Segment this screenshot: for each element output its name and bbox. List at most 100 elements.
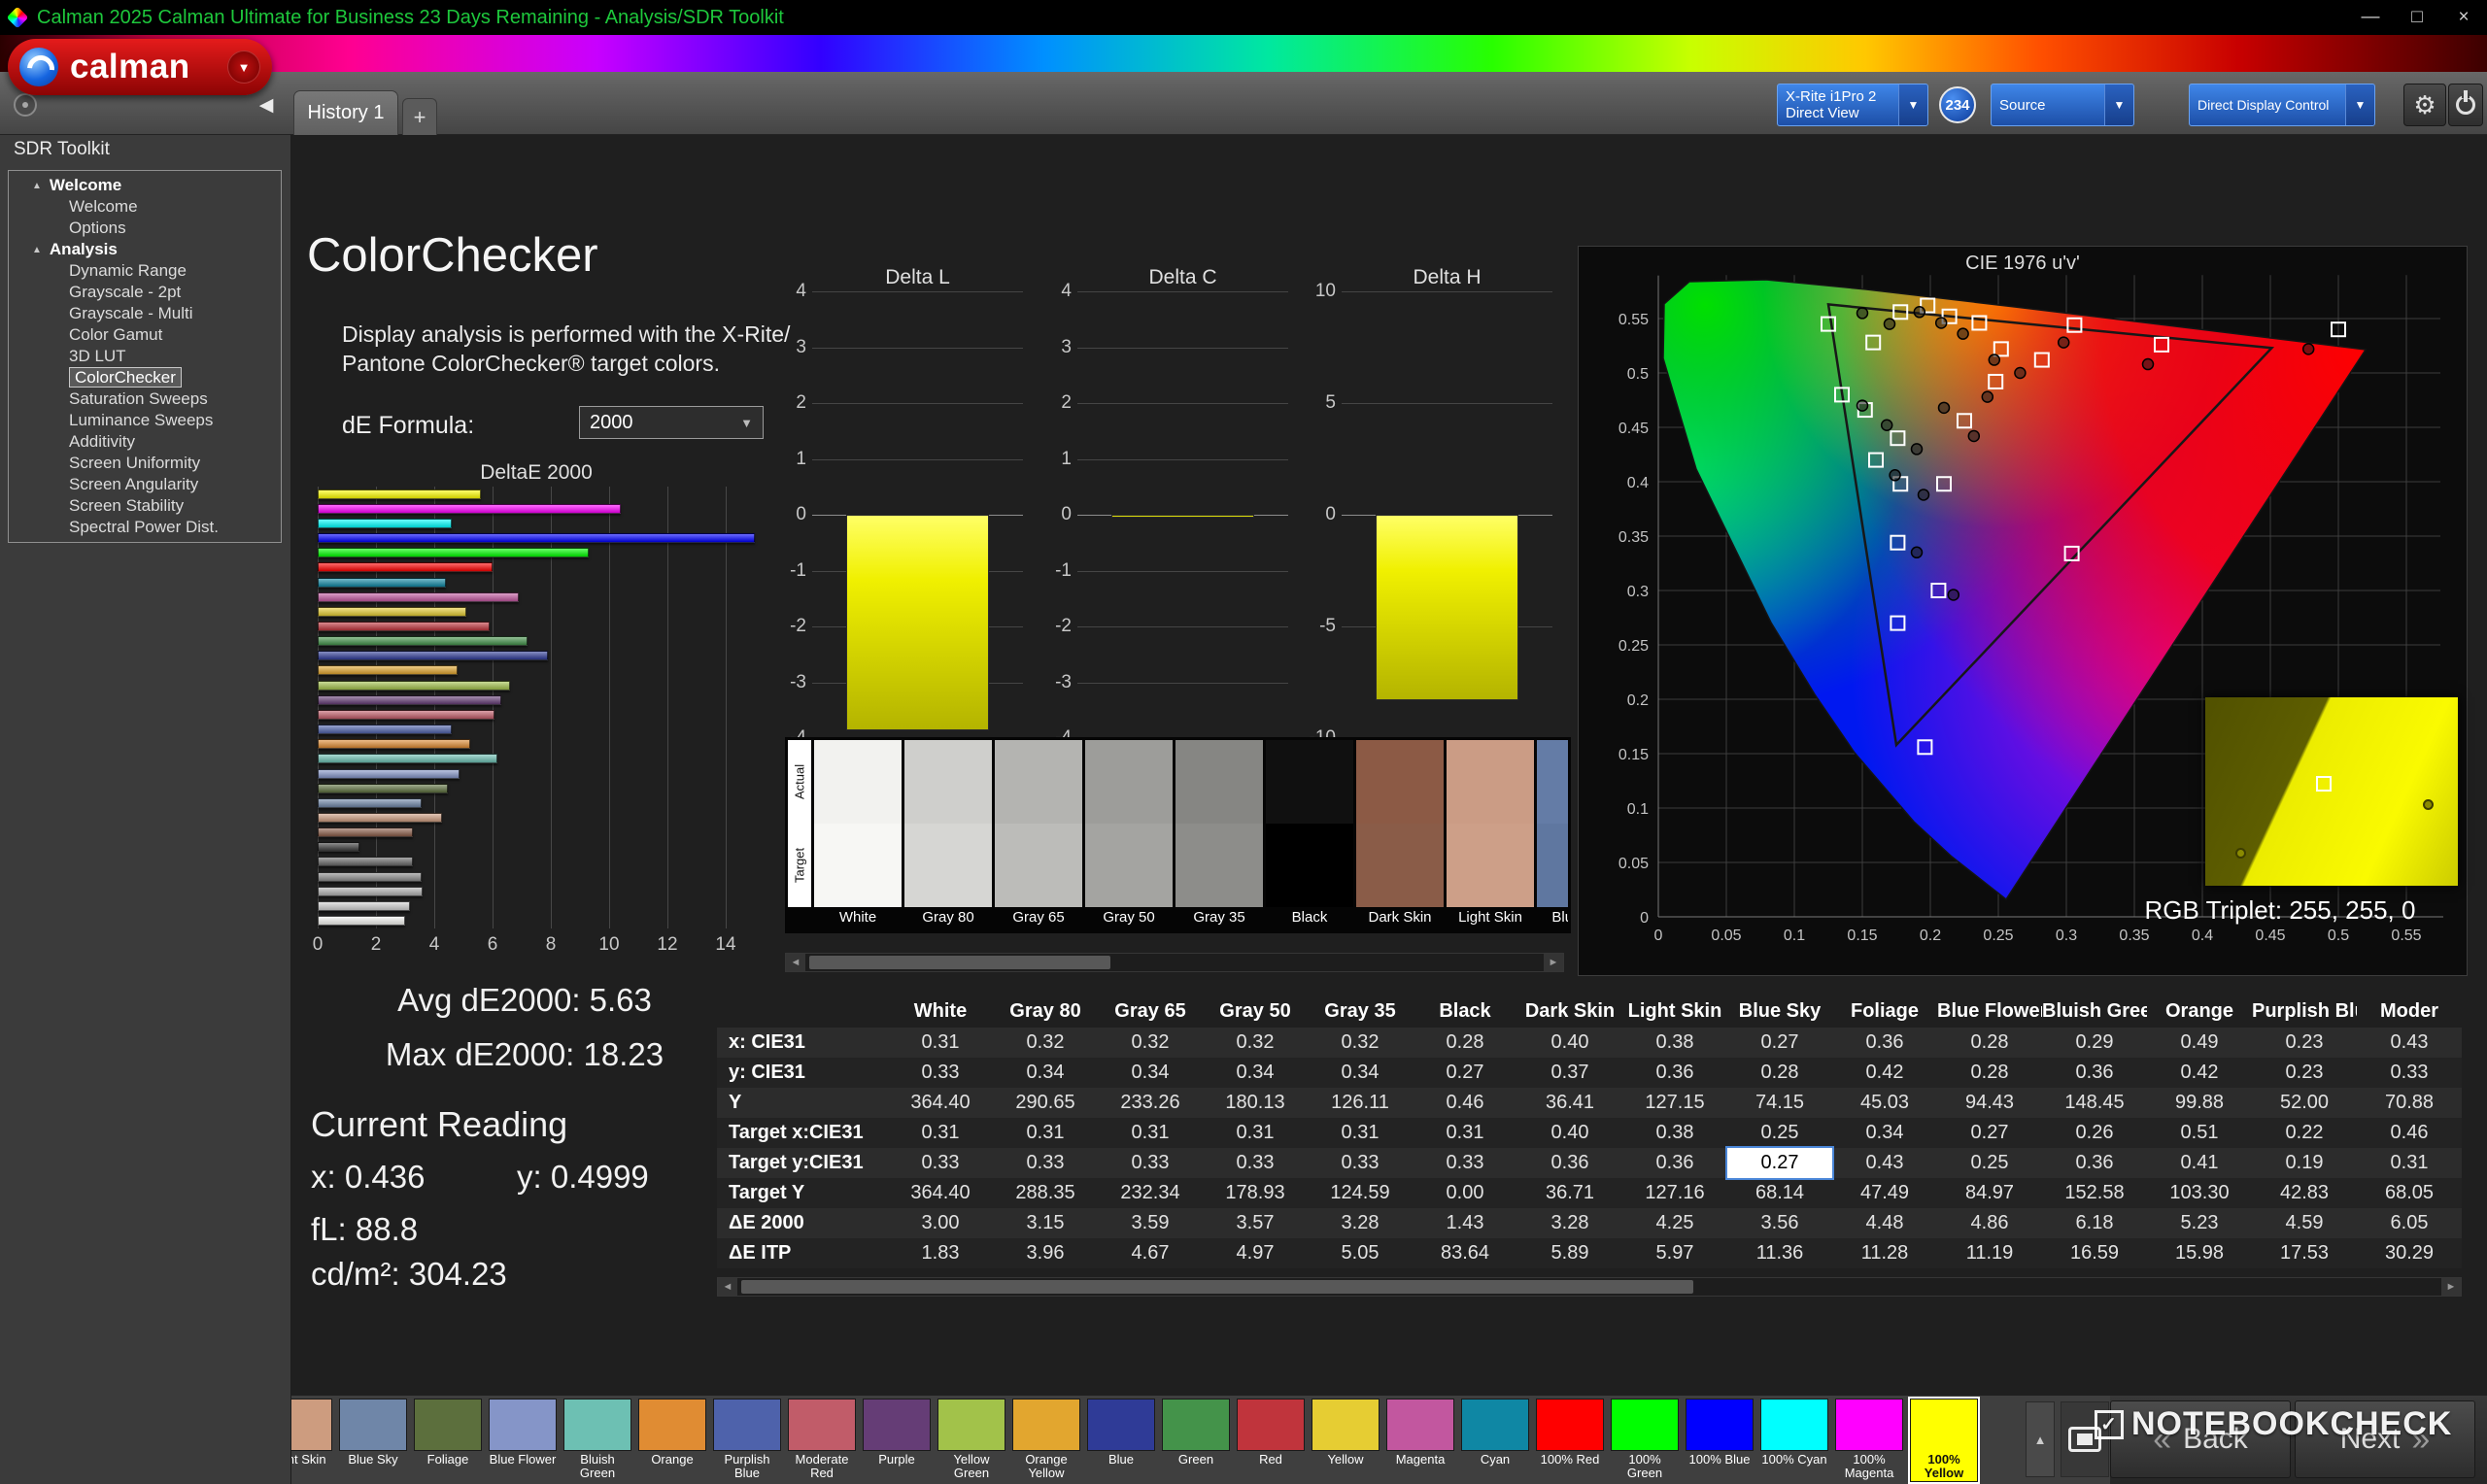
patch-button-label: Foliage <box>414 1453 482 1467</box>
actual-target-strip: Actual Target WhiteGray 80Gray 65Gray 50… <box>785 737 1571 933</box>
sidebar-item-grayscale-2pt[interactable]: Grayscale - 2pt <box>9 282 281 303</box>
row-label: Target y:CIE31 <box>717 1148 888 1178</box>
tree-section-welcome[interactable]: ▲Welcome <box>9 175 281 196</box>
patch-button-purplish-blue[interactable]: Purplish Blue <box>713 1399 781 1482</box>
patch-button-100-red[interactable]: 100% Red <box>1536 1399 1604 1482</box>
add-tab-button[interactable]: + <box>402 98 437 135</box>
patch-swatch <box>1760 1399 1828 1451</box>
editable-cell[interactable]: 0.27 <box>1727 1148 1832 1178</box>
record-button[interactable] <box>14 93 37 117</box>
patch-button-red[interactable]: Red <box>1237 1399 1305 1482</box>
settings-button[interactable]: ⚙ <box>2403 84 2446 126</box>
patch-button-cyan[interactable]: Cyan <box>1461 1399 1529 1482</box>
meter-dropdown[interactable]: X-Rite i1Pro 2 Direct View ▼ <box>1777 84 1928 126</box>
logo-dropdown-icon[interactable]: ▼ <box>227 51 260 84</box>
patch-button-100-blue[interactable]: 100% Blue <box>1686 1399 1754 1482</box>
display-window-button[interactable] <box>2061 1401 2109 1477</box>
expand-icon[interactable]: ▲ <box>32 240 42 261</box>
column-header-orange: Orange <box>2147 995 2252 1028</box>
sidebar-item-3d-lut[interactable]: 3D LUT <box>9 346 281 367</box>
expand-patch-bar-button[interactable]: ▲ <box>2026 1401 2055 1477</box>
sidebar-item-screen-stability[interactable]: Screen Stability <box>9 495 281 517</box>
sidebar-item-screen-uniformity[interactable]: Screen Uniformity <box>9 453 281 474</box>
patch-button-moderate-red[interactable]: Moderate Red <box>788 1399 856 1482</box>
patch-button-green[interactable]: Green <box>1162 1399 1230 1482</box>
sidebar-item-spectral-power-dist[interactable]: Spectral Power Dist. <box>9 517 281 538</box>
sidebar-item-saturation-sweeps[interactable]: Saturation Sweeps <box>9 388 281 410</box>
deltae-bar-gray-50 <box>318 872 422 882</box>
deltae-bar-row <box>318 501 765 516</box>
deltae-bar-100-green <box>318 548 589 557</box>
titlebar: Calman 2025 Calman Ultimate for Business… <box>0 0 2487 35</box>
sidebar-item-color-gamut[interactable]: Color Gamut <box>9 324 281 346</box>
deltae-bar-row <box>318 855 765 869</box>
display-control-dropdown[interactable]: Direct Display Control ▼ <box>2189 84 2375 126</box>
deltae-bar-row <box>318 590 765 604</box>
sidebar-item-welcome[interactable]: Welcome <box>9 196 281 218</box>
patch-button-100-magenta[interactable]: 100% Magenta <box>1835 1399 1903 1482</box>
scroll-right-icon[interactable]: ► <box>1544 954 1563 971</box>
table-cell: 0.26 <box>2042 1118 2147 1148</box>
de-formula-select[interactable]: 2000 ▼ <box>579 406 764 439</box>
sidebar-collapse-icon[interactable]: ◀ <box>251 89 282 120</box>
source-dropdown[interactable]: Source ▼ <box>1991 84 2134 126</box>
patch-button-100-yellow[interactable]: 100% Yellow <box>1910 1399 1978 1482</box>
sidebar-item-colorchecker[interactable]: ColorChecker <box>9 367 281 388</box>
sidebar-item-options[interactable]: Options <box>9 218 281 239</box>
svg-text:0: 0 <box>1654 928 1663 944</box>
patch-button-label: Orange <box>638 1453 706 1467</box>
table-cell: 0.34 <box>1832 1118 1937 1148</box>
scroll-thumb[interactable] <box>741 1280 1693 1294</box>
patch-button-purple[interactable]: Purple <box>863 1399 931 1482</box>
svg-text:0.2: 0.2 <box>1920 928 1941 944</box>
scroll-thumb[interactable] <box>809 956 1110 969</box>
actual-swatch <box>1266 740 1353 824</box>
maximize-button[interactable]: □ <box>2394 0 2440 35</box>
table-cell: 0.00 <box>1413 1178 1517 1208</box>
row-label: Y <box>717 1088 888 1118</box>
patch-button-yellow[interactable]: Yellow <box>1312 1399 1380 1482</box>
sidebar-item-additivity[interactable]: Additivity <box>9 431 281 453</box>
tree-section-analysis[interactable]: ▲Analysis <box>9 239 281 260</box>
patch-button-foliage[interactable]: Foliage <box>414 1399 482 1482</box>
strip-scrollbar[interactable]: ◄ ► <box>785 953 1564 972</box>
tree-item-label: Color Gamut <box>69 325 162 344</box>
reading-y: y: 0.4999 <box>517 1159 649 1196</box>
patch-button-blue-flower[interactable]: Blue Flower <box>489 1399 557 1482</box>
scroll-right-icon[interactable]: ► <box>2441 1278 2461 1296</box>
minimize-button[interactable]: — <box>2347 0 2394 35</box>
sidebar-item-dynamic-range[interactable]: Dynamic Range <box>9 260 281 282</box>
patch-button-blue[interactable]: Blue <box>1087 1399 1155 1482</box>
patch-button-yellow-green[interactable]: Yellow Green <box>937 1399 1005 1482</box>
patch-button-bluish-green[interactable]: Bluish Green <box>563 1399 631 1482</box>
sidebar-item-grayscale-multi[interactable]: Grayscale - Multi <box>9 303 281 324</box>
patch-button-magenta[interactable]: Magenta <box>1386 1399 1454 1482</box>
cie-measurement-marker <box>2059 337 2069 348</box>
sidebar-item-luminance-sweeps[interactable]: Luminance Sweeps <box>9 410 281 431</box>
patch-button-100-cyan[interactable]: 100% Cyan <box>1760 1399 1828 1482</box>
column-header-blue-sky: Blue Sky <box>1727 995 1832 1028</box>
axis-tick-label: 3 <box>1061 337 1072 358</box>
expand-icon[interactable]: ▲ <box>32 176 42 197</box>
chevron-down-icon[interactable]: ▼ <box>1898 84 1927 125</box>
sidebar-item-screen-angularity[interactable]: Screen Angularity <box>9 474 281 495</box>
page-description: Display analysis is performed with the X… <box>342 320 799 378</box>
power-button[interactable] <box>2448 84 2483 126</box>
close-button[interactable]: × <box>2440 0 2487 35</box>
tab-history-1[interactable]: History 1 <box>293 90 398 135</box>
scroll-left-icon[interactable]: ◄ <box>718 1278 737 1296</box>
scroll-left-icon[interactable]: ◄ <box>786 954 805 971</box>
back-button[interactable]: « Back <box>2110 1400 2291 1478</box>
patch-button-100-green[interactable]: 100% Green <box>1611 1399 1679 1482</box>
chevron-down-icon[interactable]: ▼ <box>2104 84 2133 125</box>
calman-window: Calman 2025 Calman Ultimate for Business… <box>0 0 2487 1484</box>
patch-button-light-skin[interactable]: Light Skin <box>291 1399 332 1482</box>
patch-button-blue-sky[interactable]: Blue Sky <box>339 1399 407 1482</box>
next-button[interactable]: Next » <box>2295 1400 2475 1478</box>
patch-button-orange-yellow[interactable]: Orange Yellow <box>1012 1399 1080 1482</box>
patch-button-orange[interactable]: Orange <box>638 1399 706 1482</box>
chevron-down-icon[interactable]: ▼ <box>2345 84 2374 125</box>
calman-logo-menu[interactable]: calman ▼ <box>8 39 272 95</box>
table-cell: 0.23 <box>2252 1028 2357 1058</box>
table-scrollbar[interactable]: ◄ ► <box>717 1277 2462 1297</box>
